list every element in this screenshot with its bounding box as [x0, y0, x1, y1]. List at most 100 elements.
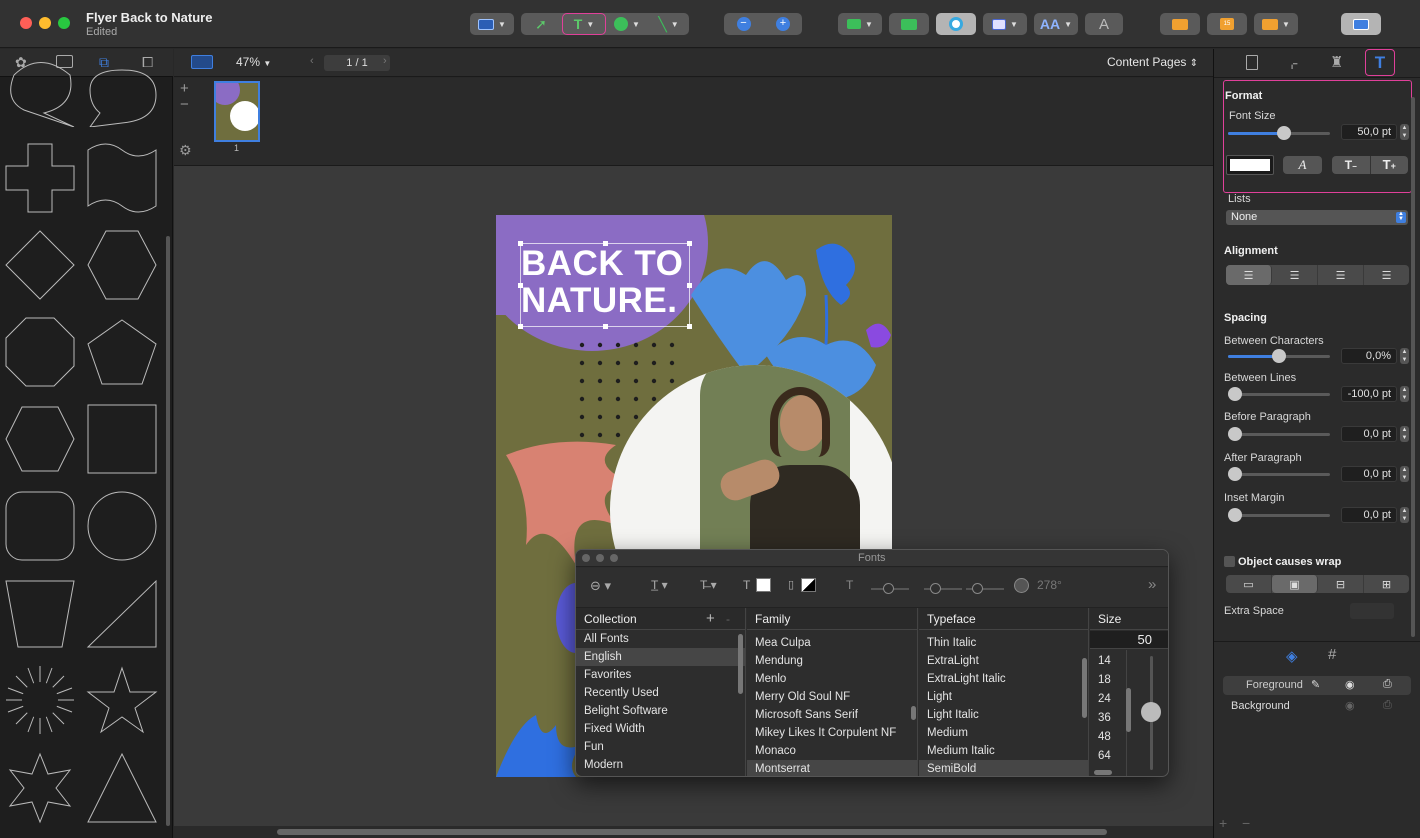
ruler-inspector-icon[interactable]: ⌌ — [1286, 54, 1298, 72]
view-mode-button[interactable]: ▼ — [470, 13, 514, 35]
inset-margin-field[interactable]: 0,0 pt — [1341, 507, 1397, 523]
collection-item[interactable]: Modern — [576, 756, 745, 774]
stepper[interactable]: ▲ ▼ — [1400, 386, 1409, 402]
content-pages-selector[interactable]: Content Pages ⇕ — [1107, 55, 1198, 69]
speech-bubble-shape[interactable] — [4, 55, 76, 128]
selection-handle[interactable] — [687, 324, 692, 329]
add-page-icon[interactable]: + — [180, 80, 189, 97]
after-paragraph-field[interactable]: 0,0 pt — [1341, 466, 1397, 482]
zoom-level[interactable]: 47% ▼ — [236, 55, 271, 69]
horizontal-scrollbar[interactable] — [277, 829, 1107, 835]
family-item[interactable]: Mendung — [747, 652, 917, 670]
wrap-around-button[interactable]: ▣ — [1272, 575, 1318, 593]
after-paragraph-slider[interactable] — [1228, 467, 1330, 481]
collection-item[interactable]: Favorites — [576, 666, 745, 684]
zoom-out-button[interactable]: − — [724, 13, 763, 35]
size-item[interactable]: 48 — [1090, 728, 1126, 747]
collection-item[interactable]: Belight Software — [576, 702, 745, 720]
family-item[interactable]: Monaco — [747, 742, 917, 760]
selection-handle[interactable] — [518, 283, 523, 288]
shadow-blur-slider[interactable] — [924, 583, 962, 594]
text-tool-button[interactable]: T ▼ — [562, 13, 606, 35]
close-panel-button[interactable] — [582, 554, 590, 562]
library-scrollbar[interactable] — [166, 236, 170, 826]
six-point-star-shape[interactable] — [4, 752, 76, 824]
cross-shape[interactable] — [4, 142, 76, 214]
slider-knob[interactable] — [883, 583, 894, 594]
remove-page-icon[interactable]: − — [180, 96, 189, 113]
grid-icon[interactable]: # — [1328, 646, 1336, 663]
align-left-button[interactable]: ☰ — [1226, 265, 1272, 285]
before-paragraph-field[interactable]: 0,0 pt — [1341, 426, 1397, 442]
typeface-item[interactable]: SemiBold — [919, 760, 1088, 776]
round-bubble-shape[interactable] — [86, 55, 158, 128]
size-item[interactable]: 36 — [1090, 709, 1126, 728]
octagon-shape[interactable] — [4, 316, 76, 388]
slider-knob[interactable] — [1228, 387, 1242, 401]
slider-knob[interactable] — [1228, 508, 1242, 522]
shadow-offset-slider[interactable] — [966, 583, 1004, 594]
font-size-slider[interactable] — [1228, 126, 1330, 140]
slider-knob[interactable] — [930, 583, 941, 594]
sidebar-toggle-button[interactable] — [1341, 13, 1381, 35]
size-scrollbar[interactable] — [1126, 688, 1131, 732]
text-color-swatch[interactable] — [756, 578, 771, 592]
slider-knob[interactable] — [1272, 349, 1286, 363]
family-item[interactable]: Menlo — [747, 670, 917, 688]
before-paragraph-slider[interactable] — [1228, 427, 1330, 441]
zoom-in-button[interactable]: + — [764, 13, 802, 35]
align-right-button[interactable]: ☰ — [1318, 265, 1364, 285]
layer-row-background[interactable]: Background ◉ ⎙ — [1223, 697, 1411, 716]
collection-item[interactable]: Fixed Width — [576, 720, 745, 738]
right-triangle-shape[interactable] — [86, 577, 158, 649]
size-slider-knob[interactable] — [1141, 702, 1161, 722]
rounded-square-shape[interactable] — [4, 490, 76, 562]
stepper[interactable]: ▲ ▼ — [1400, 507, 1409, 523]
slider-knob[interactable] — [972, 583, 983, 594]
selection-handle[interactable] — [518, 324, 523, 329]
page-indicator[interactable]: 1 / 1 — [324, 55, 390, 71]
gear-icon[interactable]: ⚙ — [179, 142, 192, 159]
extra-space-field[interactable] — [1350, 603, 1394, 619]
triangle-shape[interactable] — [86, 752, 158, 824]
next-page-icon[interactable]: › — [383, 55, 387, 67]
pentagon-shape[interactable] — [86, 316, 158, 388]
text-inspector-tab[interactable]: T — [1365, 49, 1395, 76]
align-center-button[interactable]: ☰ — [1272, 265, 1318, 285]
font-size-stepper[interactable]: ▲ ▼ — [1400, 124, 1409, 140]
collection-scrollbar[interactable] — [738, 634, 743, 694]
add-collection-icon[interactable]: + — [706, 608, 715, 630]
lists-popup[interactable]: None ▲ ▼ — [1226, 210, 1408, 225]
between-lines-field[interactable]: -100,0 pt — [1341, 386, 1397, 402]
stepper[interactable]: ▲ ▼ — [1400, 348, 1409, 364]
diamond-shape[interactable] — [4, 229, 76, 301]
preview-button[interactable] — [936, 13, 976, 35]
text-selection-box[interactable] — [518, 241, 692, 329]
increase-font-button[interactable]: T+ — [1371, 156, 1409, 174]
text-effects-button[interactable]: A — [1085, 13, 1123, 35]
selection-handle[interactable] — [518, 241, 523, 246]
pointer-tool-button[interactable]: ➚ — [521, 13, 561, 35]
size-field[interactable]: 50 — [1090, 631, 1168, 649]
eye-icon[interactable]: ◉ — [1345, 678, 1355, 691]
stepper[interactable]: ▲ ▼ — [1400, 426, 1409, 442]
collection-item[interactable]: Recently Used — [576, 684, 745, 702]
text-color-icon[interactable]: T — [743, 578, 750, 592]
inset-margin-slider[interactable] — [1228, 508, 1330, 522]
arrange-inspector-icon[interactable]: ♜ — [1330, 53, 1343, 71]
page-thumbnail[interactable] — [214, 81, 260, 142]
typeface-item[interactable]: Light — [919, 688, 1088, 706]
strikethrough-icon[interactable]: T̶ ▾ — [700, 578, 717, 592]
typeface-item[interactable]: Medium — [919, 724, 1088, 742]
page-view-icon[interactable] — [191, 55, 213, 69]
size-hscroll[interactable] — [1094, 770, 1112, 775]
minimize-window-button[interactable] — [39, 17, 51, 29]
font-size-knob[interactable] — [1277, 126, 1292, 140]
decrease-font-button[interactable]: T− — [1332, 156, 1371, 174]
font-style-button[interactable]: AA ▼ — [1034, 13, 1078, 35]
size-slider[interactable] — [1141, 656, 1161, 770]
family-item[interactable]: Microsoft Sans Serif — [747, 706, 917, 724]
insert-button[interactable]: ▼ — [838, 13, 882, 35]
size-item[interactable]: 18 — [1090, 671, 1126, 690]
family-item[interactable]: Mea Culpa — [747, 634, 917, 652]
